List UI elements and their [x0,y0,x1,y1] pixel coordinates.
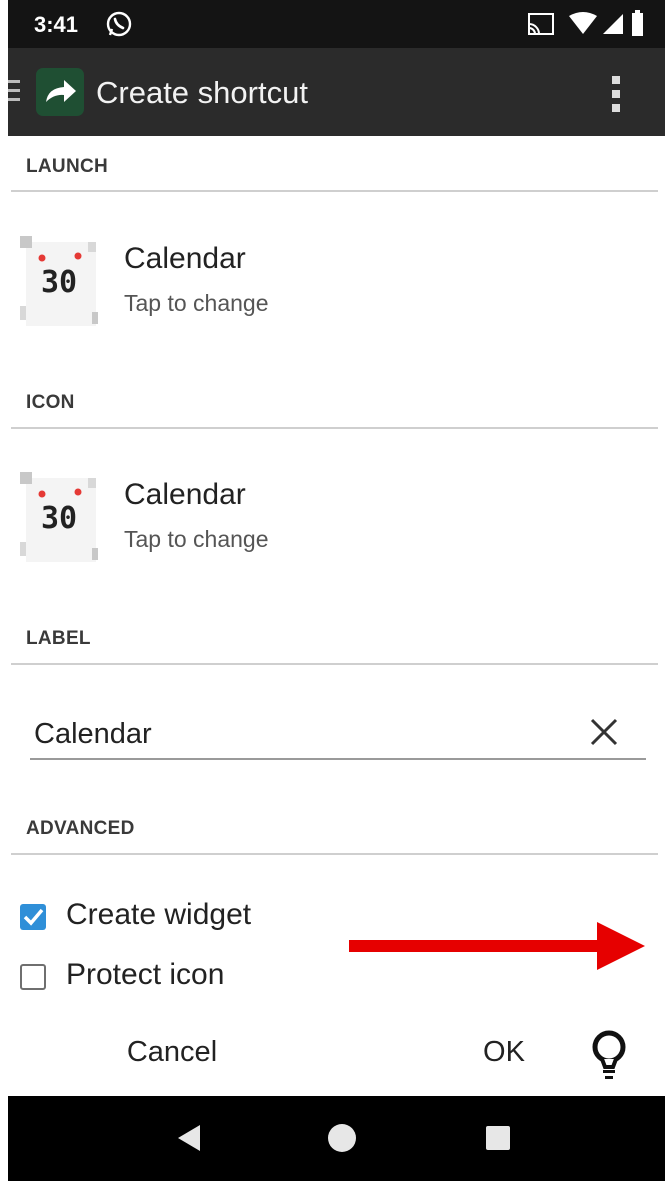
divider [11,853,658,855]
lightbulb-icon[interactable] [588,1028,630,1084]
divider [11,427,658,429]
app-title: Create shortcut [96,75,308,110]
icon-subtitle: Tap to change [124,526,269,552]
clear-text-icon[interactable] [588,716,620,748]
status-bar: 3:41 [8,0,665,48]
create-widget-checkbox[interactable] [20,904,46,930]
launch-title: Calendar [124,242,246,275]
wifi-icon [569,12,597,34]
cast-icon [528,13,554,35]
section-header-icon: ICON [26,392,75,413]
menu-icon[interactable] [8,78,22,104]
icon-title: Calendar [124,478,246,511]
section-header-label: LABEL [26,628,91,649]
protect-icon-checkbox-row[interactable]: Protect icon [20,958,380,1002]
cancel-button[interactable]: Cancel [112,1036,232,1069]
app-logo [36,68,84,116]
label-input-value[interactable]: Calendar [34,718,152,751]
input-underline [30,758,646,760]
battery-icon [632,10,643,36]
navigation-bar [8,1096,665,1181]
whatsapp-icon [106,11,132,37]
back-nav-icon[interactable] [176,1123,202,1153]
home-nav-icon[interactable] [328,1124,356,1152]
divider [11,663,658,665]
app-bar: Create shortcut [8,48,665,136]
protect-icon-label: Protect icon [66,958,225,991]
status-time: 3:41 [34,12,79,37]
divider [11,190,658,192]
annotation-arrow-icon [349,922,645,970]
signal-icon [603,14,623,34]
calendar-day-number: 30 [41,501,77,536]
overflow-menu-icon[interactable] [607,72,625,116]
calendar-day-number: 30 [41,265,77,300]
recents-nav-icon[interactable] [486,1126,510,1150]
ok-button[interactable]: OK [464,1036,544,1069]
calendar-app-icon: 30 [20,472,98,562]
section-header-advanced: ADVANCED [26,818,135,839]
icon-picker-item[interactable]: 30 Calendar Tap to change [20,472,620,570]
check-mark-icon [23,908,44,926]
share-arrow-icon [46,80,76,102]
label-text-field[interactable]: Calendar [26,700,646,762]
calendar-app-icon: 30 [20,236,98,326]
launch-subtitle: Tap to change [124,290,269,316]
create-widget-checkbox-row[interactable]: Create widget [20,898,380,942]
launch-target-item[interactable]: 30 Calendar Tap to change [20,236,620,334]
protect-icon-checkbox[interactable] [20,964,46,990]
section-header-launch: LAUNCH [26,156,109,177]
create-widget-label: Create widget [66,898,252,931]
